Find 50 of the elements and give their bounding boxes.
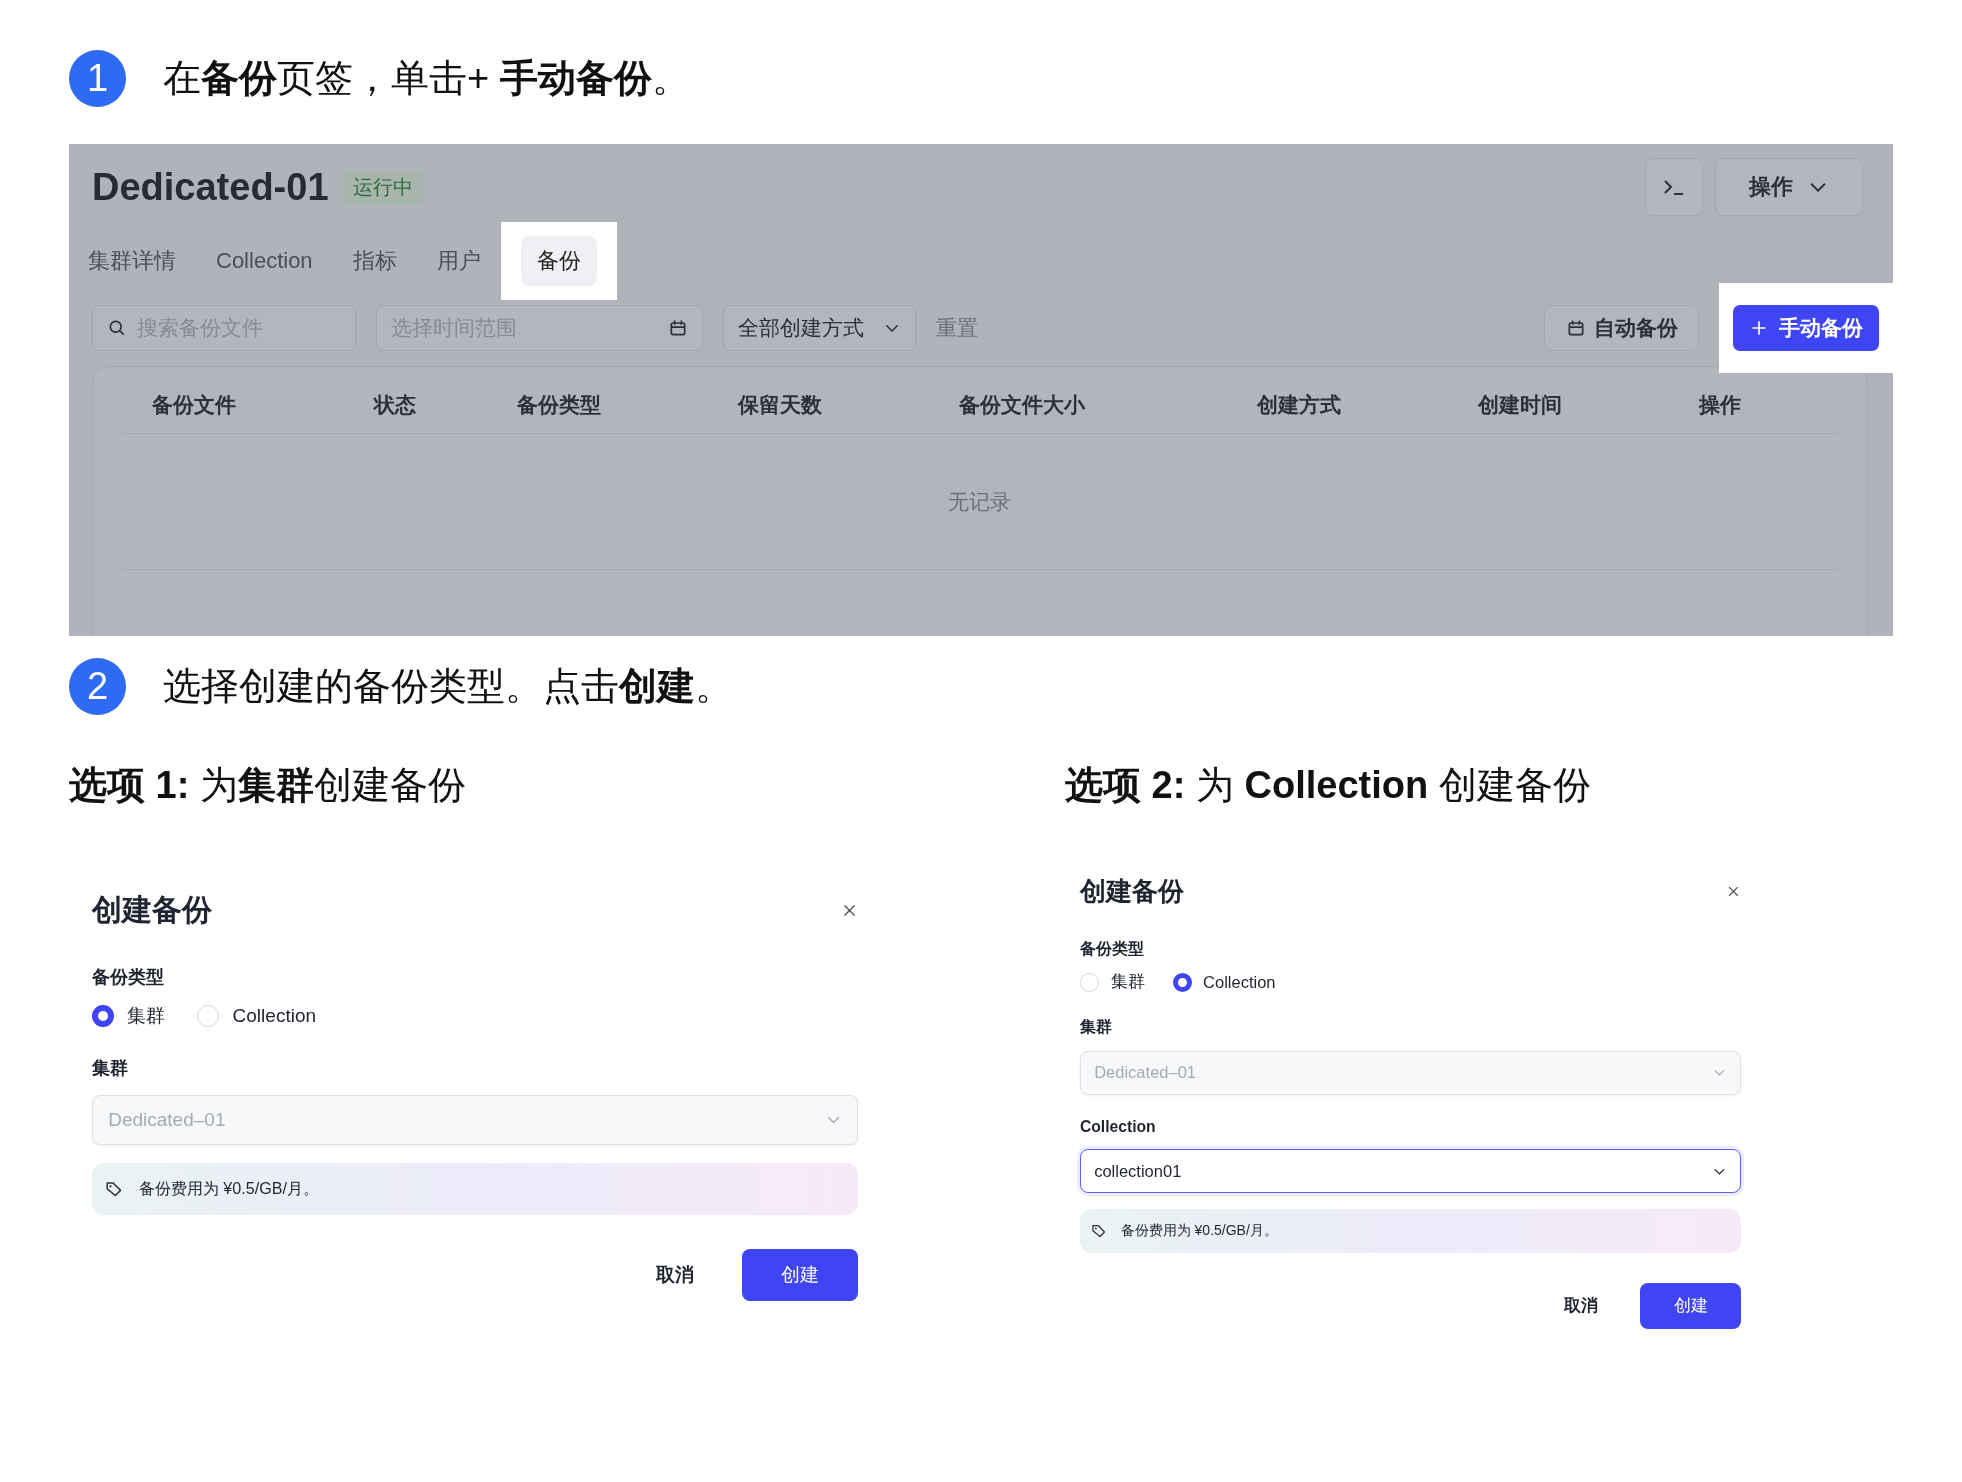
plus-icon (1749, 318, 1769, 338)
field-label: 备份类型 (92, 966, 165, 990)
tab[interactable]: Collection (216, 238, 313, 284)
cluster-title: Dedicated-01 (92, 165, 329, 209)
calendar-icon (668, 318, 688, 338)
tab[interactable]: 用户 (436, 236, 481, 286)
cancel-button[interactable]: 取消 (650, 1260, 701, 1289)
select-field[interactable]: collection01 (1080, 1149, 1741, 1194)
column-header: 备份类型 (517, 392, 602, 418)
option-heading: 选项 2: 为 Collection 创建备份 (1065, 763, 1592, 808)
column-header: 操作 (1699, 392, 1742, 418)
step-number-badge: 2 (69, 657, 126, 715)
column-header: 备份文件大小 (959, 392, 1086, 418)
create-button[interactable]: 创建 (742, 1248, 858, 1302)
tab[interactable]: 集群详情 (88, 236, 176, 286)
status-badge: 运行中 (342, 169, 423, 205)
step-number-badge: 1 (69, 49, 126, 107)
field-label: Collection (1080, 1118, 1157, 1137)
column-header: 保留天数 (738, 392, 823, 418)
create-button[interactable]: 创建 (1640, 1283, 1741, 1329)
step-instruction: 选择创建的备份类型。点击创建。 (163, 663, 733, 709)
tab[interactable]: 备份 (520, 236, 597, 286)
radio-option[interactable]: Collection (1172, 972, 1276, 992)
close-icon[interactable] (1726, 884, 1741, 899)
creation-method-dropdown[interactable]: 全部创建方式 (723, 305, 916, 351)
field-label: 备份类型 (1080, 938, 1145, 959)
column-header: 创建时间 (1478, 392, 1563, 418)
radio-option[interactable]: Collection (197, 1004, 316, 1027)
auto-backup-button[interactable]: 自动备份 (1544, 305, 1699, 351)
tag-icon (104, 1179, 123, 1198)
field-label: 集群 (92, 1056, 129, 1080)
notice-text: 备份费用为 ¥0.5/GB/月。 (1120, 1222, 1278, 1240)
notice-text: 备份费用为 ¥0.5/GB/月。 (138, 1177, 319, 1199)
tag-icon (1091, 1223, 1107, 1239)
radio-option[interactable]: 集群 (92, 1002, 166, 1029)
dialog-title: 创建备份 (1080, 875, 1184, 908)
actions-dropdown[interactable]: 操作 (1715, 158, 1863, 216)
column-header: 备份文件 (152, 392, 237, 418)
column-header: 创建方式 (1257, 392, 1342, 418)
tab[interactable]: 指标 (352, 236, 397, 286)
empty-message: 无记录 (948, 488, 1011, 515)
cancel-button[interactable]: 取消 (1558, 1293, 1605, 1318)
manual-backup-button[interactable]: 手动备份 (1733, 305, 1879, 351)
dialog-title: 创建备份 (92, 891, 212, 928)
radio-option[interactable]: 集群 (1080, 971, 1145, 994)
column-header: 状态 (374, 392, 417, 418)
option-heading: 选项 1: 为集群创建备份 (69, 763, 467, 808)
step-instruction: 在备份页签，单击+ 手动备份。 (163, 55, 690, 101)
search-icon (107, 318, 127, 338)
field-label: 集群 (1080, 1016, 1113, 1037)
